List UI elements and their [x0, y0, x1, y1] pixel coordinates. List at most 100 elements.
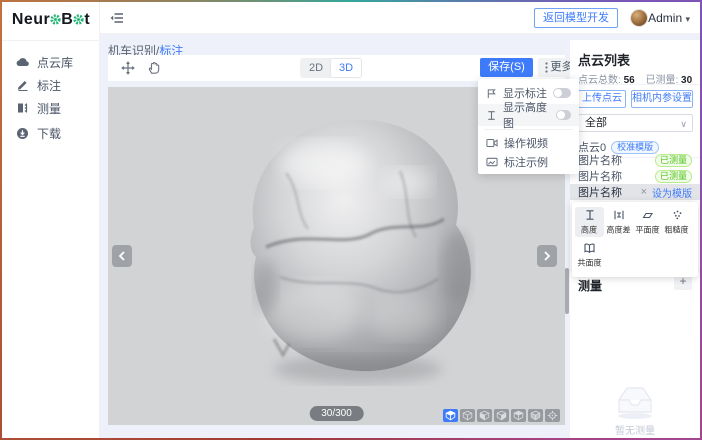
view-cube-front-button[interactable] — [477, 409, 492, 422]
next-image-button[interactable] — [537, 245, 557, 267]
back-to-model-dev-button[interactable]: 返回模型开发 — [534, 8, 618, 28]
canvas-toolbar: 2D 3D 保存(S) 更多 — [108, 55, 565, 81]
filter-value: 全部 — [585, 117, 607, 129]
divider — [570, 84, 700, 85]
filter-select[interactable]: 全部 ∨ — [578, 114, 693, 132]
sidebar-item-label: 测量 — [37, 100, 61, 117]
close-icon[interactable]: × — [641, 186, 647, 198]
measure-tools-popover: 高度 高度差 平面度 粗糙度 共面度 — [572, 202, 698, 277]
image-list-item[interactable]: 图片名称 已测量 — [570, 152, 700, 168]
measure-icon — [16, 102, 29, 114]
tool-label: 粗糙度 — [664, 224, 688, 236]
tool-label: 平面度 — [635, 224, 659, 236]
cloud-icon — [16, 57, 29, 67]
height-diff-icon — [613, 209, 625, 221]
tool-flatness[interactable]: 平面度 — [633, 207, 662, 237]
tool-height[interactable]: 高度 — [575, 207, 604, 237]
height-icon — [584, 209, 596, 221]
divider — [2, 40, 100, 41]
hand-tool-icon[interactable] — [146, 60, 162, 76]
image-counter-badge: 30/300 — [309, 406, 364, 421]
image-example-icon — [486, 157, 498, 167]
tool-label: 高度差 — [606, 224, 630, 236]
menu-label: 操作视频 — [504, 135, 548, 151]
pan-tool-icon[interactable] — [120, 60, 136, 76]
menu-item-operation-video[interactable]: 操作视频 — [478, 133, 579, 152]
sidebar-item-pointcloud-library[interactable]: 点云库 — [16, 53, 96, 71]
menu-item-show-heightmap[interactable]: 显示高度图 — [478, 104, 579, 126]
tool-label: 高度 — [581, 224, 597, 236]
save-button[interactable]: 保存(S) — [480, 58, 533, 77]
sidebar-collapse-icon[interactable] — [109, 10, 125, 26]
flatness-icon — [641, 209, 654, 221]
more-dropdown-menu: 显示标注 显示高度图 操作视频 标注示例 — [478, 79, 579, 174]
sidebar-item-label: 标注 — [37, 77, 61, 94]
tool-height-diff[interactable]: 高度差 — [604, 207, 633, 237]
status-badge: 已测量 — [655, 170, 692, 183]
view-cube-back-button[interactable] — [511, 409, 526, 422]
panel-title: 点云列表 — [578, 50, 630, 69]
empty-state: 暂无测量 — [570, 382, 700, 437]
download-icon — [16, 127, 29, 140]
view-cube-default-button[interactable] — [443, 409, 458, 422]
tool-label: 共面度 — [577, 257, 601, 269]
view-cube-top-button[interactable] — [460, 409, 475, 422]
window-frame: NeurBt 点云库 标注 测量 下载 返回模型开发 Admin ▾ 机车识别/… — [0, 0, 702, 440]
image-list-item-selected[interactable]: 图片名称 × 设为模版 — [570, 184, 700, 200]
user-name: Admin — [648, 11, 682, 25]
brand-text-end: t — [84, 11, 90, 28]
mode-3d-button[interactable]: 3D — [331, 59, 361, 77]
measure-section-title: 测量 — [578, 277, 602, 294]
topbar: 返回模型开发 Admin ▾ — [100, 2, 700, 34]
more-dots-icon — [545, 62, 548, 73]
menu-label: 标注示例 — [504, 154, 548, 170]
coplanarity-icon — [583, 242, 596, 254]
pen-icon — [16, 79, 29, 91]
height-beam-icon — [486, 110, 497, 121]
view-cube-bottom-button[interactable] — [528, 409, 543, 422]
roughness-icon — [671, 209, 683, 221]
sidebar-item-annotation[interactable]: 标注 — [16, 76, 96, 94]
sidebar: Neur Bt 点云库 标注 测量 下载 — [2, 2, 100, 438]
show-heightmap-toggle[interactable] — [556, 110, 571, 120]
user-menu[interactable]: Admin ▾ — [648, 11, 690, 25]
menu-item-annotation-example[interactable]: 标注示例 — [478, 152, 579, 171]
empty-state-text: 暂无测量 — [570, 422, 700, 437]
chevron-down-icon: ∨ — [680, 116, 687, 132]
mode-2d-button[interactable]: 2D — [301, 59, 331, 77]
set-as-template-link[interactable]: 设为模版 — [652, 185, 692, 200]
brand-text-mid: B — [61, 11, 73, 28]
sidebar-item-measure[interactable]: 测量 — [16, 99, 96, 117]
chevron-down-icon: ▾ — [685, 14, 690, 24]
brand-logo: Neur Bt — [2, 11, 100, 29]
status-badge: 已测量 — [655, 154, 692, 167]
gear-icon — [73, 14, 84, 25]
show-annotation-toggle[interactable] — [553, 88, 571, 98]
camera-params-button[interactable]: 相机内参设置 — [631, 90, 693, 108]
tool-roughness[interactable]: 粗糙度 — [662, 207, 691, 237]
image-name: 图片名称 — [578, 152, 622, 168]
scrollbar-thumb[interactable] — [565, 268, 569, 314]
gear-icon — [50, 14, 61, 25]
upload-pointcloud-button[interactable]: 上传点云 — [578, 90, 626, 108]
app-root: NeurBt 点云库 标注 测量 下载 返回模型开发 Admin ▾ 机车识别/… — [2, 2, 700, 438]
image-list-item[interactable]: 图片名称 已测量 — [570, 168, 700, 184]
view-orientation-bar — [443, 409, 560, 422]
image-name: 图片名称 — [578, 168, 622, 184]
tool-coplanarity[interactable]: 共面度 — [575, 240, 604, 270]
video-icon — [486, 138, 498, 148]
image-name: 图片名称 — [578, 184, 622, 200]
flag-icon — [486, 88, 497, 99]
sidebar-item-label: 下载 — [37, 125, 61, 142]
avatar[interactable] — [630, 9, 648, 27]
brand-text-pre: Neur — [12, 11, 50, 28]
prev-image-button[interactable] — [112, 245, 132, 267]
sidebar-item-label: 点云库 — [37, 54, 73, 71]
empty-tray-icon — [612, 382, 658, 420]
view-cube-side-button[interactable] — [494, 409, 509, 422]
menu-label: 显示高度图 — [503, 99, 550, 131]
view-mode-switch: 2D 3D — [300, 58, 362, 78]
point-cloud-panel: 点云列表 点云总数: 56 已测量: 30 上传点云 相机内参设置 全部 ∨ 点… — [570, 40, 700, 438]
reset-view-target-button[interactable] — [545, 409, 560, 422]
sidebar-item-download[interactable]: 下载 — [16, 124, 96, 142]
